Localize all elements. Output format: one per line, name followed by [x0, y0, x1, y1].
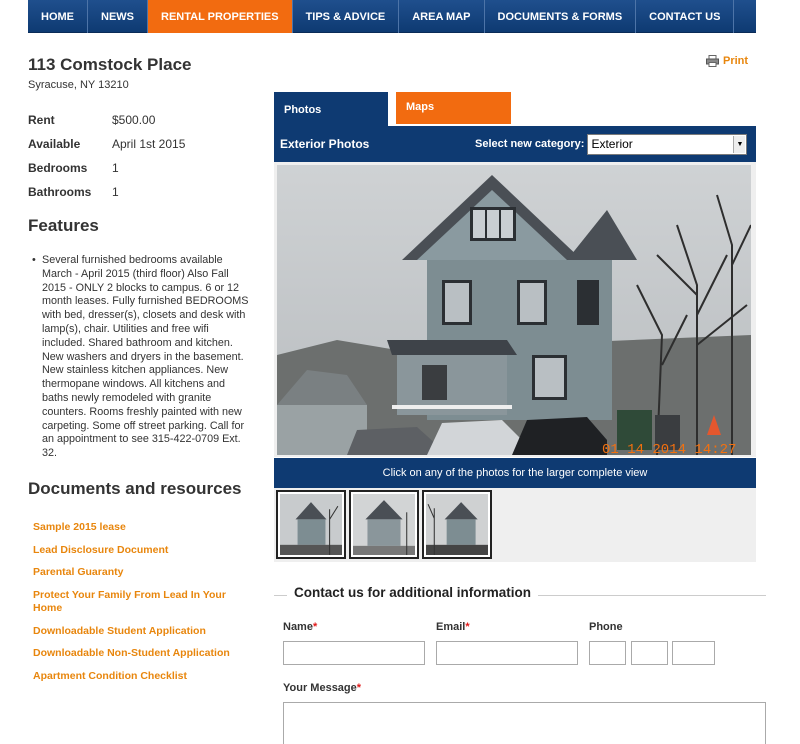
required-mark: *: [465, 621, 470, 633]
category-label: Select new category:: [475, 138, 585, 150]
nav-news[interactable]: NEWS: [88, 0, 148, 33]
printer-icon: [706, 55, 719, 67]
fact-row: Rent $500.00: [28, 108, 185, 132]
thumbnail-strip: [274, 488, 756, 562]
main-nav: HOME NEWS RENTAL PROPERTIES TIPS & ADVIC…: [28, 0, 756, 33]
photo-timestamp: 01 14 2014 14:27: [602, 442, 736, 455]
gallery-hint: Click on any of the photos for the large…: [274, 458, 756, 488]
doc-link-sample-lease[interactable]: Sample 2015 lease: [33, 521, 248, 535]
phone-line-field[interactable]: [672, 641, 715, 665]
fact-label: Bedrooms: [28, 161, 88, 175]
fact-label: Rent: [28, 113, 55, 127]
email-field[interactable]: [436, 641, 578, 665]
required-mark: *: [356, 682, 362, 694]
category-select-value: Exterior: [591, 137, 633, 151]
main-photo[interactable]: 01 14 2014 14:27: [277, 165, 751, 455]
fact-label: Bathrooms: [28, 185, 92, 199]
contact-heading: Contact us for additional information: [287, 585, 538, 600]
fact-row: Bedrooms 1: [28, 156, 185, 180]
nav-area-map[interactable]: AREA MAP: [399, 0, 485, 33]
main-photo-frame: 01 14 2014 14:27: [274, 162, 756, 457]
print-button[interactable]: Print: [706, 55, 748, 67]
nav-rental-properties[interactable]: RENTAL PROPERTIES: [148, 0, 293, 33]
thumbnail[interactable]: [276, 490, 346, 559]
category-select[interactable]: Exterior ▼: [587, 133, 748, 155]
doc-link-parental-guaranty[interactable]: Parental Guaranty: [33, 566, 248, 580]
fact-value: 1: [112, 185, 119, 199]
phone-area-code-field[interactable]: [589, 641, 626, 665]
fact-label: Available: [28, 137, 81, 151]
doc-link-protect-family[interactable]: Protect Your Family From Lead In Your Ho…: [33, 589, 248, 616]
property-title: 113 Comstock Place: [28, 55, 192, 74]
features-list: Several furnished bedrooms available Mar…: [30, 254, 254, 461]
documents-heading: Documents and resources: [28, 479, 242, 498]
chevron-down-icon: ▼: [733, 135, 746, 153]
tab-photos[interactable]: Photos: [274, 92, 388, 126]
phone-label: Phone: [589, 621, 623, 633]
doc-link-condition-checklist[interactable]: Apartment Condition Checklist: [33, 670, 248, 684]
gallery-title: Exterior Photos: [280, 137, 370, 151]
fact-value: April 1st 2015: [112, 137, 186, 151]
fact-value: 1: [112, 161, 119, 175]
thumbnail[interactable]: [422, 490, 492, 559]
message-label: Your Message*: [283, 682, 361, 694]
property-facts: Rent $500.00 Available April 1st 2015 Be…: [28, 108, 185, 204]
property-address: Syracuse, NY 13210: [28, 79, 129, 91]
message-label-text: Your Message: [283, 682, 357, 694]
name-label: Name*: [283, 621, 317, 633]
nav-home[interactable]: HOME: [28, 0, 88, 33]
fact-value: $500.00: [112, 113, 156, 127]
nav-documents-forms[interactable]: DOCUMENTS & FORMS: [485, 0, 637, 33]
email-label-text: Email: [436, 621, 466, 633]
nav-contact-us[interactable]: CONTACT US: [636, 0, 735, 33]
name-label-text: Name: [283, 621, 313, 633]
documents-list: Sample 2015 lease Lead Disclosure Docume…: [33, 521, 248, 692]
doc-link-non-student-application[interactable]: Downloadable Non-Student Application: [33, 647, 248, 661]
fact-row: Available April 1st 2015: [28, 132, 185, 156]
gallery-header: Exterior Photos Select new category: Ext…: [274, 126, 756, 162]
name-field[interactable]: [283, 641, 425, 665]
required-mark: *: [312, 621, 318, 633]
nav-tips-advice[interactable]: TIPS & ADVICE: [293, 0, 400, 33]
print-label: Print: [723, 55, 749, 67]
email-label: Email*: [436, 621, 470, 633]
doc-link-student-application[interactable]: Downloadable Student Application: [33, 625, 248, 639]
message-textarea[interactable]: [283, 702, 766, 744]
thumbnail[interactable]: [349, 490, 419, 559]
features-heading: Features: [28, 216, 99, 235]
doc-link-lead-disclosure[interactable]: Lead Disclosure Document: [33, 544, 248, 558]
tab-maps[interactable]: Maps: [396, 92, 511, 124]
feature-item: Several furnished bedrooms available Mar…: [30, 254, 254, 461]
phone-prefix-field[interactable]: [631, 641, 668, 665]
fact-row: Bathrooms 1: [28, 180, 185, 204]
